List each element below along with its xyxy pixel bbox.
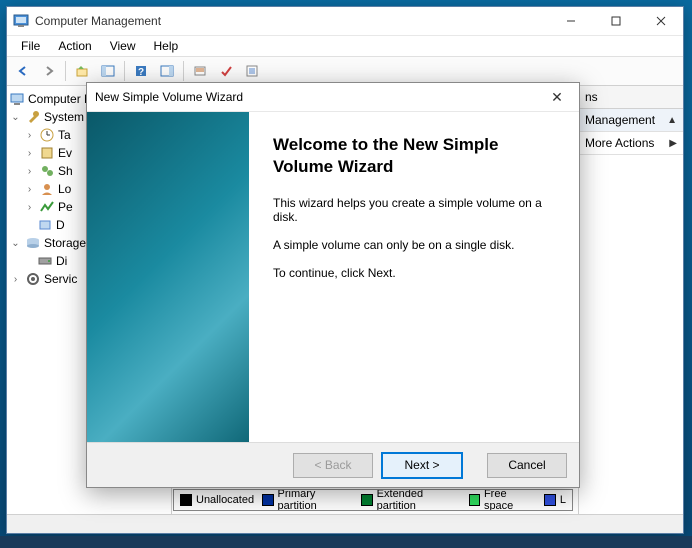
actions-panel: ns Management▲ More Actions▶ [579, 86, 683, 514]
next-button[interactable]: Next > [381, 452, 463, 479]
app-icon [13, 13, 29, 29]
wizard-button-row: < Back Next > Cancel [87, 442, 579, 487]
menubar: File Action View Help [7, 36, 683, 57]
wizard-text: This wizard helps you create a simple vo… [273, 196, 555, 224]
close-button[interactable] [638, 7, 683, 35]
svg-text:?: ? [138, 67, 144, 78]
window-title: Computer Management [35, 14, 548, 28]
clock-icon [39, 127, 55, 143]
expand-icon[interactable]: › [23, 129, 36, 142]
legend-unallocated: Unallocated [180, 494, 254, 506]
legend-bar: Unallocated Primary partition Extended p… [173, 489, 573, 511]
submenu-arrow-icon: ▶ [669, 138, 677, 149]
legend-logical: L [544, 494, 566, 506]
minimize-button[interactable] [548, 7, 593, 35]
menu-action[interactable]: Action [50, 38, 99, 54]
collapse-icon[interactable]: ⌄ [9, 237, 22, 250]
disk-icon [37, 253, 53, 269]
wizard-content: Welcome to the New Simple Volume Wizard … [249, 112, 579, 442]
collapse-icon[interactable]: ⌄ [9, 111, 22, 124]
menu-help[interactable]: Help [146, 38, 187, 54]
legend-extended: Extended partition [361, 489, 460, 511]
wizard-banner [87, 112, 249, 442]
perf-icon [39, 199, 55, 215]
legend-primary: Primary partition [262, 489, 353, 511]
expand-icon[interactable]: › [23, 183, 36, 196]
actions-header: ns [579, 86, 683, 109]
menu-view[interactable]: View [102, 38, 144, 54]
wizard-close-button[interactable]: ✕ [543, 89, 571, 106]
taskbar [0, 536, 692, 548]
settings-icon[interactable] [188, 59, 212, 83]
tools-icon [25, 109, 41, 125]
expand-icon[interactable]: › [23, 165, 36, 178]
up-icon[interactable] [70, 59, 94, 83]
check-icon[interactable] [214, 59, 238, 83]
expand-icon[interactable]: › [9, 273, 22, 286]
back-icon[interactable] [11, 59, 35, 83]
shared-icon [39, 163, 55, 179]
back-button: < Back [293, 453, 373, 478]
show-hide-tree-icon[interactable] [96, 59, 120, 83]
expand-icon[interactable]: › [23, 201, 36, 214]
legend-free: Free space [469, 489, 536, 511]
computer-icon [9, 91, 25, 107]
new-simple-volume-wizard: New Simple Volume Wizard ✕ Welcome to th… [86, 82, 580, 488]
actions-more[interactable]: More Actions▶ [579, 132, 683, 155]
services-icon [25, 271, 41, 287]
list-icon[interactable] [240, 59, 264, 83]
event-icon [39, 145, 55, 161]
collapse-arrow-icon: ▲ [667, 115, 677, 126]
wizard-heading: Welcome to the New Simple Volume Wizard [273, 134, 555, 178]
titlebar: Computer Management [7, 7, 683, 36]
wizard-text: To continue, click Next. [273, 266, 555, 280]
forward-icon[interactable] [37, 59, 61, 83]
menu-file[interactable]: File [13, 38, 48, 54]
view2-icon[interactable] [155, 59, 179, 83]
storage-icon [25, 235, 41, 251]
wizard-title: New Simple Volume Wizard [95, 90, 543, 104]
maximize-button[interactable] [593, 7, 638, 35]
wizard-text: A simple volume can only be on a single … [273, 238, 555, 252]
actions-disk-mgmt[interactable]: Management▲ [579, 109, 683, 132]
users-icon [39, 181, 55, 197]
cancel-button[interactable]: Cancel [487, 453, 567, 478]
expand-icon[interactable]: › [23, 147, 36, 160]
wizard-titlebar: New Simple Volume Wizard ✕ [87, 83, 579, 112]
help-icon[interactable]: ? [129, 59, 153, 83]
device-icon [37, 217, 53, 233]
statusbar [7, 514, 683, 533]
